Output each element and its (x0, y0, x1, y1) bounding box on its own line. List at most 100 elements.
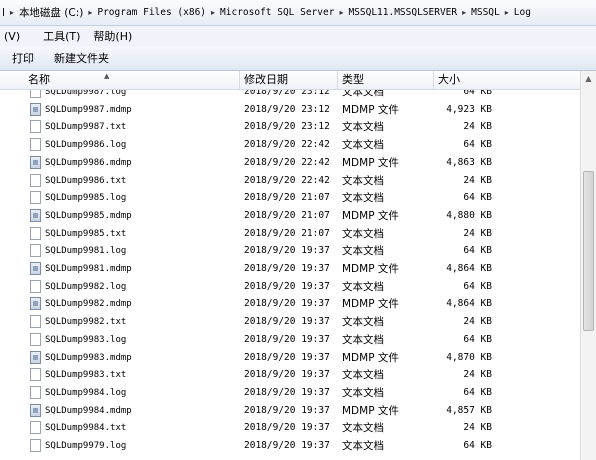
file-name: SQLDump9979.log (45, 441, 127, 451)
file-date: 2018/9/20 22:42 (244, 139, 330, 151)
file-row[interactable]: SQLDump9983.mdmp 2018/9/20 19:37 MDMP 文件 4,… (0, 349, 580, 367)
file-size: 24 KB (463, 316, 492, 328)
file-row[interactable]: SQLDump9986.txt 2018/9/20 22:42 文本文档 24 KB (0, 172, 580, 190)
file-name: SQLDump9981.log (45, 246, 127, 257)
breadcrumb-sql-server[interactable]: Microsoft SQL Server (219, 7, 335, 18)
file-row[interactable]: SQLDump9985.txt 2018/9/20 21:07 文本文档 24 KB (0, 225, 580, 243)
file-row[interactable]: SQLDump9984.txt 2018/9/20 19:37 文本文档 24 KB (0, 419, 580, 437)
file-size: 64 KB (463, 245, 492, 257)
file-row[interactable]: SQLDump9986.mdmp 2018/9/20 22:42 MDMP 文件 4,… (0, 154, 580, 172)
file-row[interactable]: SQLDump9983.txt 2018/9/20 19:37 文本文档 24 KB (0, 366, 580, 384)
breadcrumb-local-disk[interactable]: 本地磁盘 (C:) (18, 5, 84, 20)
file-date: 2018/9/20 19:37 (244, 245, 330, 257)
file-row[interactable]: SQLDump9981.mdmp 2018/9/20 19:37 MDMP 文件 4,… (0, 260, 580, 278)
column-date[interactable]: 修改日期 (240, 71, 338, 89)
breadcrumb-mssql[interactable]: MSSQL (470, 7, 501, 18)
file-date: 2018/9/20 22:42 (244, 156, 330, 168)
file-row[interactable]: SQLDump9987.log 2018/9/20 23:12 文本文档 64 KB (0, 90, 580, 101)
column-type[interactable]: 类型 (338, 71, 434, 89)
file-size: 64 KB (463, 192, 492, 204)
column-name-label: 名称 (28, 73, 50, 86)
file-date: 2018/9/20 19:37 (244, 404, 330, 416)
file-type: 文本文档 (342, 440, 384, 452)
toolbar: 打印 新建文件夹 (0, 46, 596, 71)
text-file-icon (30, 421, 41, 435)
chevron-right-icon[interactable]: ▸ (335, 8, 347, 17)
column-size[interactable]: 大小 (434, 71, 514, 89)
file-date: 2018/9/20 19:37 (244, 316, 330, 328)
file-size: 4,923 KB (446, 103, 492, 115)
new-folder-button[interactable]: 新建文件夹 (46, 50, 117, 66)
file-name: SQLDump9982.log (45, 281, 127, 292)
column-type-label: 类型 (342, 73, 364, 86)
file-size: 4,864 KB (446, 263, 492, 274)
file-row[interactable]: SQLDump9984.mdmp 2018/9/20 19:37 MDMP 文件 4,… (0, 402, 580, 420)
dump-file-icon (30, 403, 41, 417)
text-file-icon (30, 315, 41, 329)
vertical-scrollbar[interactable]: ▲ (580, 71, 596, 460)
chevron-right-icon[interactable]: ▸ (458, 8, 470, 17)
address-bar[interactable]: l ▸ 本地磁盘 (C:) ▸ Program Files (x86) ▸ Mi… (0, 0, 596, 26)
file-row[interactable]: SQLDump9985.mdmp 2018/9/20 21:07 MDMP 文件 4,… (0, 207, 580, 225)
file-row[interactable]: SQLDump9979.log 2018/9/20 19:37 文本文档 64 KB (0, 437, 580, 455)
file-size: 24 KB (463, 227, 492, 239)
file-date: 2018/9/20 19:37 (244, 386, 330, 398)
file-list: SQLDump9987.log 2018/9/20 23:12 文本文档 64 KB S… (0, 90, 580, 460)
file-size: 4,864 KB (446, 298, 492, 310)
dump-file-icon (30, 262, 41, 275)
scrollbar-thumb[interactable] (583, 171, 594, 331)
file-date: 2018/9/20 19:37 (244, 422, 330, 434)
file-row[interactable]: SQLDump9982.txt 2018/9/20 19:37 文本文档 24 KB (0, 313, 580, 331)
file-row[interactable]: SQLDump9986.log 2018/9/20 22:42 文本文档 64 KB (0, 136, 580, 154)
chevron-right-icon[interactable]: ▸ (6, 8, 18, 17)
file-name: SQLDump9984.mdmp (45, 405, 132, 416)
file-type: MDMP 文件 (342, 209, 399, 222)
file-type: 文本文档 (342, 90, 384, 98)
menu-tools[interactable]: 工具(T) (29, 28, 89, 44)
menu-view[interactable]: (V) (0, 30, 29, 43)
file-type: MDMP 文件 (342, 103, 399, 116)
text-file-icon (30, 173, 41, 187)
chevron-right-icon[interactable]: ▸ (501, 8, 513, 17)
file-name: SQLDump9983.mdmp (45, 352, 132, 363)
scroll-up-icon[interactable]: ▲ (581, 71, 596, 87)
file-name: SQLDump9986.mdmp (45, 157, 132, 168)
file-row[interactable]: SQLDump9981.log 2018/9/20 19:37 文本文档 64 KB (0, 242, 580, 260)
file-row[interactable]: SQLDump9987.mdmp 2018/9/20 23:12 MDMP 文件 4,… (0, 101, 580, 119)
file-date: 2018/9/20 21:07 (244, 192, 330, 204)
text-file-icon (30, 90, 41, 98)
file-name: SQLDump9987.txt (45, 122, 127, 133)
file-date: 2018/9/20 23:12 (244, 90, 330, 97)
file-name: SQLDump9984.log (45, 387, 127, 398)
file-date: 2018/9/20 19:37 (244, 298, 330, 310)
file-type: 文本文档 (342, 369, 384, 382)
file-row[interactable]: SQLDump9984.log 2018/9/20 19:37 文本文档 64 KB (0, 384, 580, 402)
text-file-icon (30, 138, 41, 152)
file-date: 2018/9/20 19:37 (244, 369, 330, 381)
text-file-icon (30, 332, 41, 346)
column-name[interactable]: 名称 ▲ (0, 71, 240, 89)
file-row[interactable]: SQLDump9985.log 2018/9/20 21:07 文本文档 64 KB (0, 189, 580, 207)
dump-file-icon (30, 102, 41, 116)
breadcrumb-log[interactable]: Log (513, 7, 532, 18)
file-type: MDMP 文件 (342, 351, 399, 364)
file-date: 2018/9/20 19:37 (244, 280, 330, 292)
chevron-right-icon[interactable]: ▸ (207, 8, 219, 17)
breadcrumb-program-files[interactable]: Program Files (x86) (96, 7, 207, 18)
file-row[interactable]: SQLDump9983.log 2018/9/20 19:37 文本文档 64 KB (0, 331, 580, 349)
file-name: SQLDump9982.txt (45, 317, 127, 328)
file-row[interactable]: SQLDump9987.txt 2018/9/20 23:12 文本文档 24 KB (0, 118, 580, 136)
file-name: SQLDump9983.txt (45, 370, 127, 381)
file-row[interactable]: SQLDump9982.mdmp 2018/9/20 19:37 MDMP 文件 4,… (0, 295, 580, 313)
text-file-icon (30, 191, 41, 205)
file-row[interactable]: SQLDump9982.log 2018/9/20 19:37 文本文档 64 KB (0, 278, 580, 296)
text-file-icon (30, 226, 41, 240)
print-button[interactable]: 打印 (4, 50, 42, 66)
file-type: 文本文档 (342, 422, 384, 435)
file-size: 64 KB (463, 90, 492, 97)
file-type: 文本文档 (342, 139, 384, 152)
menu-help[interactable]: 帮助(H) (89, 28, 141, 44)
chevron-right-icon[interactable]: ▸ (84, 8, 96, 17)
breadcrumb-mssql11[interactable]: MSSQL11.MSSQLSERVER (347, 7, 458, 18)
file-type: 文本文档 (342, 316, 384, 329)
